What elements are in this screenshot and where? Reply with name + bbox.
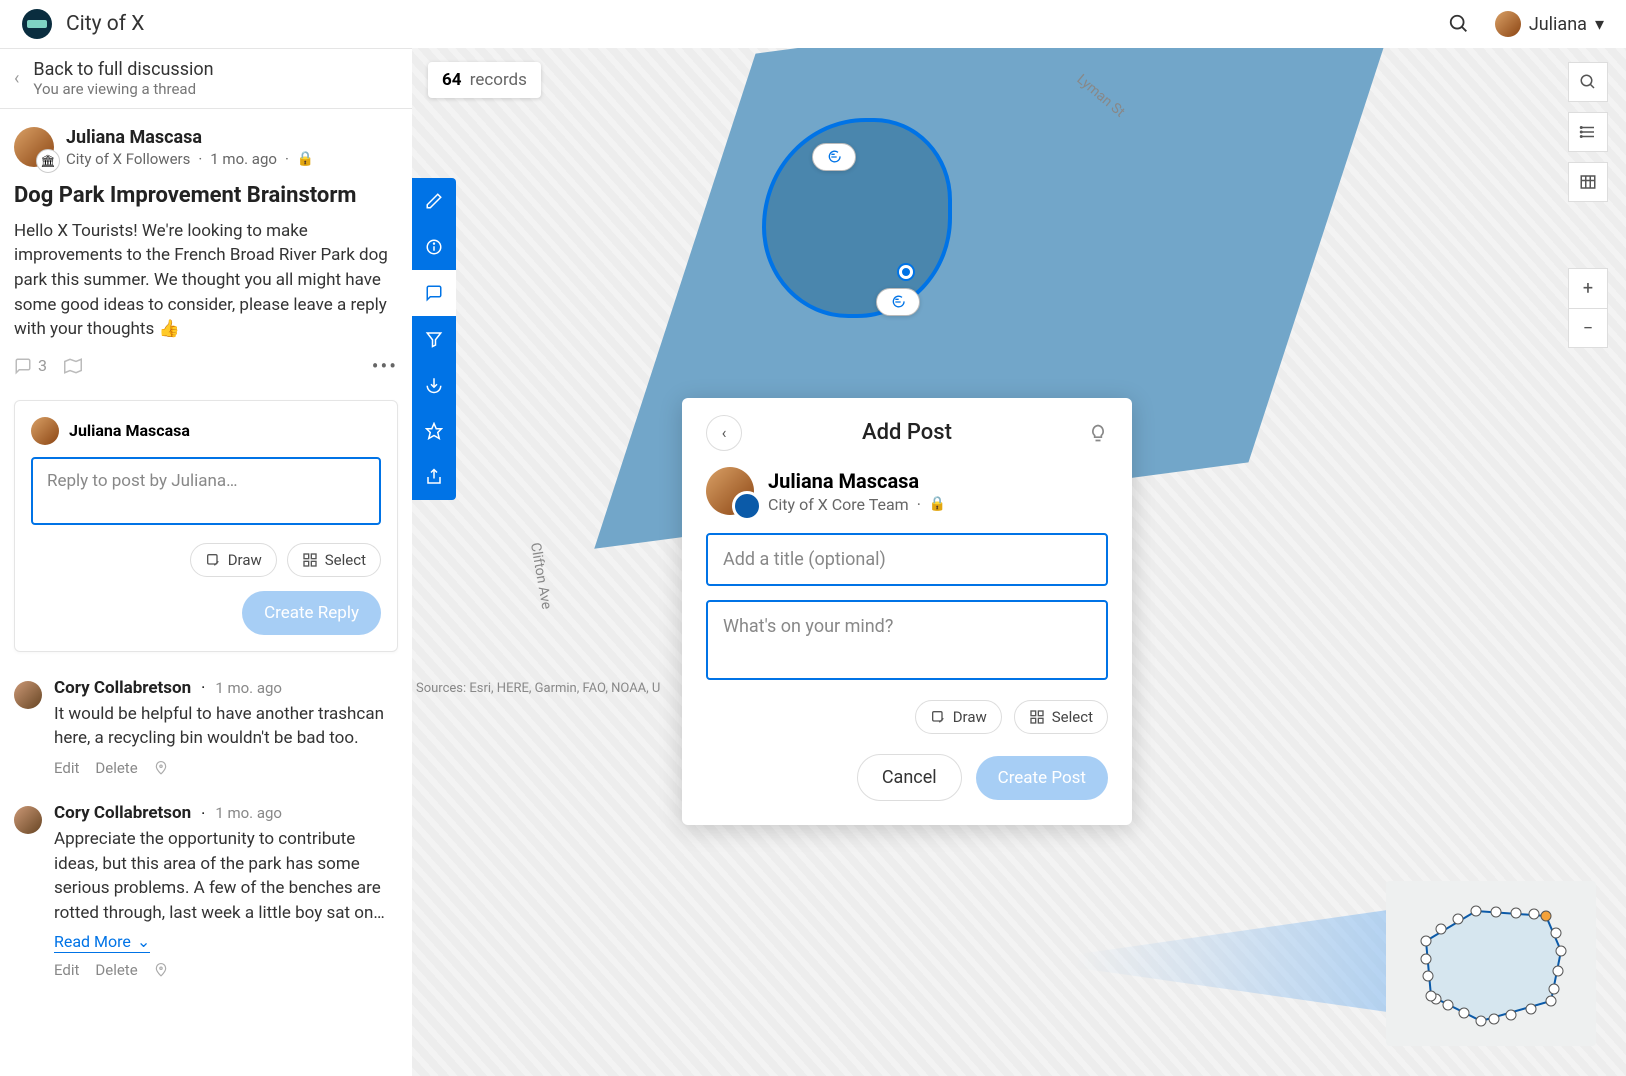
post-title: Dog Park Improvement Brainstorm: [14, 182, 398, 211]
location-pin-icon[interactable]: [154, 760, 168, 776]
comment-icon[interactable]: 3: [14, 356, 47, 375]
more-menu-icon[interactable]: •••: [372, 354, 398, 378]
group-badge-icon: 🏛: [36, 149, 60, 173]
comment-author: Cory Collabretson: [54, 803, 191, 823]
avatar: [1495, 11, 1521, 37]
comment-time: 1 mo. ago: [215, 679, 282, 697]
minimap[interactable]: [1386, 881, 1596, 1046]
edit-button[interactable]: Edit: [54, 759, 79, 777]
reply-author: Juliana Mascasa: [69, 421, 190, 440]
edit-icon[interactable]: [412, 178, 456, 224]
back-subtitle: You are viewing a thread: [33, 80, 213, 98]
comment-count: 3: [38, 356, 47, 375]
lock-icon: 🔒: [297, 151, 314, 167]
map-canvas[interactable]: Lyman St Clifton Ave 64 records + − Sour…: [412, 48, 1626, 1076]
discussion-panel: ‹ Back to full discussion You are viewin…: [0, 48, 412, 1076]
download-icon[interactable]: [412, 362, 456, 408]
avatar: [14, 806, 42, 834]
chevron-left-icon[interactable]: ‹: [14, 68, 19, 89]
lock-icon: 🔒: [929, 496, 946, 512]
back-title: Back to full discussion: [33, 59, 213, 80]
edit-button[interactable]: Edit: [54, 961, 79, 979]
table-icon[interactable]: [1568, 162, 1608, 202]
delete-button[interactable]: Delete: [95, 961, 137, 979]
share-icon[interactable]: [412, 454, 456, 500]
comment-text: Appreciate the opportunity to contribute…: [54, 827, 398, 926]
team-badge-icon: [732, 491, 762, 521]
delete-button[interactable]: Delete: [95, 759, 137, 777]
select-button[interactable]: Select: [287, 543, 381, 577]
search-icon[interactable]: [1568, 62, 1608, 102]
polygon-chat-icon[interactable]: [812, 143, 856, 171]
reply-input[interactable]: [31, 457, 381, 525]
app-title: City of X: [66, 12, 144, 36]
cancel-button[interactable]: Cancel: [857, 754, 962, 801]
popup-title: Add Post: [862, 420, 952, 445]
avatar: 🏛: [14, 127, 54, 167]
avatar: [14, 681, 42, 709]
map-point[interactable]: [899, 265, 913, 279]
legend-icon[interactable]: [1568, 112, 1608, 152]
avatar: [31, 417, 59, 445]
post-body-input[interactable]: [706, 600, 1108, 680]
select-button[interactable]: Select: [1014, 700, 1108, 734]
popup-group: City of X Core Team: [768, 495, 909, 514]
comment-time: 1 mo. ago: [215, 804, 282, 822]
point-chat-icon[interactable]: [876, 288, 920, 316]
post-time: 1 mo. ago: [210, 150, 277, 168]
filter-icon[interactable]: [412, 316, 456, 362]
zoom-in-button[interactable]: +: [1568, 268, 1608, 308]
draw-button[interactable]: Draw: [190, 543, 277, 577]
app-logo: [22, 9, 52, 39]
post-body: Hello X Tourists! We're looking to make …: [14, 219, 398, 342]
map-attribution: Sources: Esri, HERE, Garmin, FAO, NOAA, …: [416, 681, 660, 696]
chevron-down-icon: ▾: [1595, 14, 1604, 35]
comment: Cory Collabretson · 1 mo. ago It would b…: [14, 678, 398, 777]
back-bar[interactable]: ‹ Back to full discussion You are viewin…: [0, 48, 412, 109]
popup-author: Juliana Mascasa: [768, 469, 946, 493]
popup-back-button[interactable]: ‹: [706, 415, 742, 451]
add-post-popup: ‹ Add Post Juliana Mascasa City of X Cor…: [682, 398, 1132, 825]
comment-author: Cory Collabretson: [54, 678, 191, 698]
create-reply-button[interactable]: Create Reply: [242, 591, 381, 635]
chat-icon[interactable]: [412, 270, 456, 316]
map-icon[interactable]: [63, 357, 83, 375]
info-icon[interactable]: [412, 224, 456, 270]
location-pin-icon[interactable]: [154, 962, 168, 978]
post-author: Juliana Mascasa: [66, 127, 314, 148]
reply-composer: Juliana Mascasa Draw Select Create Reply: [14, 400, 398, 652]
user-menu[interactable]: Juliana ▾: [1495, 11, 1604, 37]
records-badge: 64 records: [428, 62, 541, 98]
avatar: [706, 467, 754, 515]
post-group: City of X Followers: [66, 150, 190, 168]
draw-button[interactable]: Draw: [915, 700, 1002, 734]
search-icon[interactable]: [1447, 12, 1471, 36]
user-name: Juliana: [1529, 14, 1587, 35]
chevron-down-icon: ⌄: [137, 932, 150, 951]
star-icon[interactable]: [412, 408, 456, 454]
post-title-input[interactable]: [706, 533, 1108, 586]
comment: Cory Collabretson · 1 mo. ago Appreciate…: [14, 803, 398, 979]
top-bar: City of X Juliana ▾: [0, 0, 1626, 48]
zoom-out-button[interactable]: −: [1568, 308, 1608, 348]
comment-text: It would be helpful to have another tras…: [54, 702, 398, 751]
map-side-toolbar: [412, 178, 456, 500]
read-more-button[interactable]: Read More ⌄: [54, 932, 150, 953]
hint-icon[interactable]: [1088, 423, 1108, 443]
create-post-button[interactable]: Create Post: [976, 756, 1108, 800]
